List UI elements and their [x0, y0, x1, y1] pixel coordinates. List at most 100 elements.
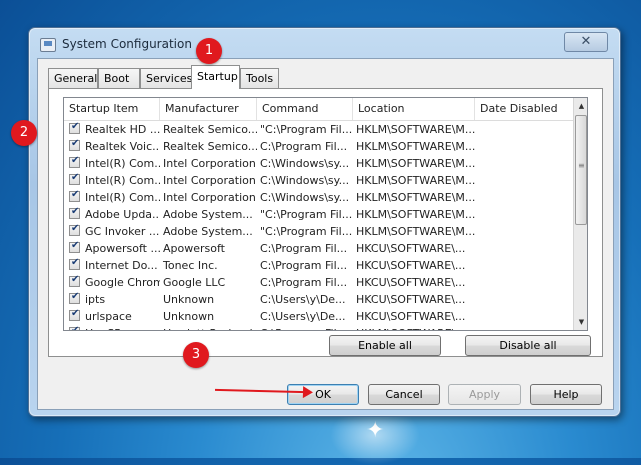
enable-checkbox[interactable] — [69, 308, 80, 321]
cell-manufacturer: Adobe System... — [163, 208, 253, 221]
cell-location: HKLM\SOFTWARE\M... — [356, 191, 475, 204]
cell-manufacturer: Hewlett-Packard — [160, 325, 257, 330]
table-row[interactable]: Intel(R) Com...Intel Corporation C:\Windo… — [64, 172, 574, 189]
scroll-up-arrow-icon[interactable]: ▲ — [574, 98, 587, 114]
table-row[interactable]: Realtek Voic...Realtek Semico...C:\Progr… — [64, 138, 574, 155]
table-row[interactable]: Intel(R) Com...Intel Corporation C:\Windo… — [64, 189, 574, 206]
help-button[interactable]: Help — [530, 384, 602, 405]
enable-checkbox[interactable] — [69, 206, 80, 219]
enable-checkbox[interactable] — [69, 274, 80, 287]
column-command[interactable]: Command — [257, 98, 353, 120]
tab-boot[interactable]: Boot — [98, 68, 140, 88]
annotation-marker-2: 2 — [11, 120, 37, 146]
cell-manufacturer: Unknown — [163, 310, 215, 323]
cell-command: "C:\Program Fil... — [260, 208, 353, 221]
cell-location: HKLM\SOFTWARE\... — [353, 325, 475, 330]
enable-checkbox[interactable] — [69, 223, 80, 236]
cell-command: C:\Program Fil... — [257, 325, 353, 330]
tab-services[interactable]: Services — [140, 68, 192, 88]
cell-location: HKLM\SOFTWARE\M... — [356, 123, 475, 136]
cell-date-disabled — [475, 325, 574, 330]
enable-checkbox[interactable] — [69, 325, 80, 330]
cell-command: C:\Users\y\De... — [260, 310, 346, 323]
table-row[interactable]: Apowersoft ...Apowersoft C:\Program Fil..… — [64, 240, 574, 257]
cell-startup-item: Intel(R) Com... — [85, 157, 160, 170]
cell-manufacturer: Google LLC — [163, 276, 226, 289]
cell-date-disabled — [475, 257, 574, 274]
cell-location: HKCU\SOFTWARE\... — [356, 276, 466, 289]
table-row[interactable]: ipts Unknown C:\Users\y\De... HKCU\SOFTWARE… — [64, 291, 574, 308]
ok-button[interactable]: OK — [287, 384, 359, 405]
cell-date-disabled — [475, 121, 574, 138]
cell-location: HKLM\SOFTWARE\M... — [356, 208, 475, 221]
enable-checkbox[interactable] — [69, 240, 80, 253]
cell-startup-item: Intel(R) Com... — [85, 174, 160, 187]
cell-date-disabled — [475, 206, 574, 223]
cell-location: HKLM\SOFTWARE\M... — [356, 174, 475, 187]
cell-startup-item: Adobe Upda... — [85, 208, 160, 221]
enable-checkbox[interactable] — [69, 138, 80, 151]
cell-startup-item: Realtek Voic... — [85, 140, 160, 153]
table-row[interactable]: Intel(R) Com...Intel Corporation C:\Windo… — [64, 155, 574, 172]
cell-startup-item: Realtek HD ... — [85, 123, 160, 136]
enable-checkbox[interactable] — [69, 291, 80, 304]
table-row[interactable]: Internet Do... Tonec Inc. C:\Program Fil..… — [64, 257, 574, 274]
apply-button[interactable]: Apply — [448, 384, 521, 405]
startup-tab-panel: Startup Item Manufacturer Command Locati… — [48, 88, 603, 357]
scroll-down-arrow-icon[interactable]: ▼ — [574, 314, 587, 330]
cell-command: "C:\Program Fil... — [260, 225, 353, 238]
scroll-thumb[interactable]: ≡ — [575, 115, 587, 225]
cell-startup-item: Google Chrome — [85, 276, 160, 289]
cell-date-disabled — [475, 155, 574, 172]
scroll-grip-icon: ≡ — [578, 161, 585, 170]
column-startup-item[interactable]: Startup Item — [64, 98, 160, 120]
table-row[interactable]: Adobe Upda...Adobe System... "C:\Program … — [64, 206, 574, 223]
cell-manufacturer: Intel Corporation — [163, 191, 256, 204]
column-location[interactable]: Location — [353, 98, 475, 120]
table-row[interactable]: Realtek HD ...Realtek Semico..."C:\Progr… — [64, 121, 574, 138]
vertical-scrollbar[interactable]: ▲ ≡ ▼ — [573, 98, 587, 330]
cell-command: C:\Program Fil... — [260, 259, 348, 272]
cell-manufacturer: Intel Corporation — [163, 174, 256, 187]
annotation-marker-3: 3 — [183, 342, 209, 368]
desktop-sparkle-icon: ✦ — [366, 418, 385, 443]
tab-tools[interactable]: Tools — [240, 68, 279, 88]
cell-location: HKLM\SOFTWARE\M... — [356, 225, 475, 238]
cell-startup-item: urlspace — [85, 310, 132, 323]
cell-location: HKCU\SOFTWARE\... — [356, 259, 466, 272]
cell-date-disabled — [475, 291, 574, 308]
startup-items-list[interactable]: Startup Item Manufacturer Command Locati… — [63, 97, 588, 331]
enable-all-button[interactable]: Enable all — [329, 335, 441, 356]
annotation-marker-1: 1 — [196, 38, 222, 64]
cell-command: C:\Program Fil... — [260, 242, 348, 255]
cell-startup-item: HpqSRmon — [82, 325, 160, 330]
enable-checkbox[interactable] — [69, 172, 80, 185]
column-manufacturer[interactable]: Manufacturer — [160, 98, 257, 120]
enable-checkbox[interactable] — [69, 121, 80, 134]
title-bar[interactable]: System Configuration ✕ — [29, 28, 620, 60]
cancel-button[interactable]: Cancel — [368, 384, 440, 405]
tab-startup[interactable]: Startup — [191, 65, 240, 89]
cell-command: C:\Windows\sy... — [260, 157, 350, 170]
cell-date-disabled — [475, 138, 574, 155]
table-row[interactable]: Google ChromeGoogle LLC C:\Program Fil...… — [64, 274, 574, 291]
table-row[interactable]: HpqSRmonHewlett-PackardC:\Program Fil...… — [64, 325, 574, 330]
disable-all-button[interactable]: Disable all — [465, 335, 591, 356]
cell-manufacturer: Realtek Semico... — [163, 140, 257, 153]
cell-command: C:\Windows\sy... — [260, 174, 350, 187]
cell-manufacturer: Realtek Semico... — [163, 123, 257, 136]
table-row[interactable]: GC Invoker ...Adobe System... "C:\Program… — [64, 223, 574, 240]
close-button[interactable]: ✕ — [564, 32, 608, 52]
table-row[interactable]: urlspace Unknown C:\Users\y\De... HKCU\SOFT… — [64, 308, 574, 325]
cell-startup-item: Internet Do... — [85, 259, 158, 272]
column-date-disabled[interactable]: Date Disabled — [475, 98, 574, 120]
list-header: Startup Item Manufacturer Command Locati… — [64, 98, 574, 121]
tab-general[interactable]: General — [48, 68, 98, 88]
cell-date-disabled — [475, 308, 574, 325]
enable-checkbox[interactable] — [69, 189, 80, 202]
cell-date-disabled — [475, 189, 574, 206]
cell-command: C:\Windows\sy... — [260, 191, 350, 204]
enable-checkbox[interactable] — [69, 257, 80, 270]
dialog-body: General Boot Services Startup Tools Star… — [37, 58, 614, 410]
enable-checkbox[interactable] — [69, 155, 80, 168]
